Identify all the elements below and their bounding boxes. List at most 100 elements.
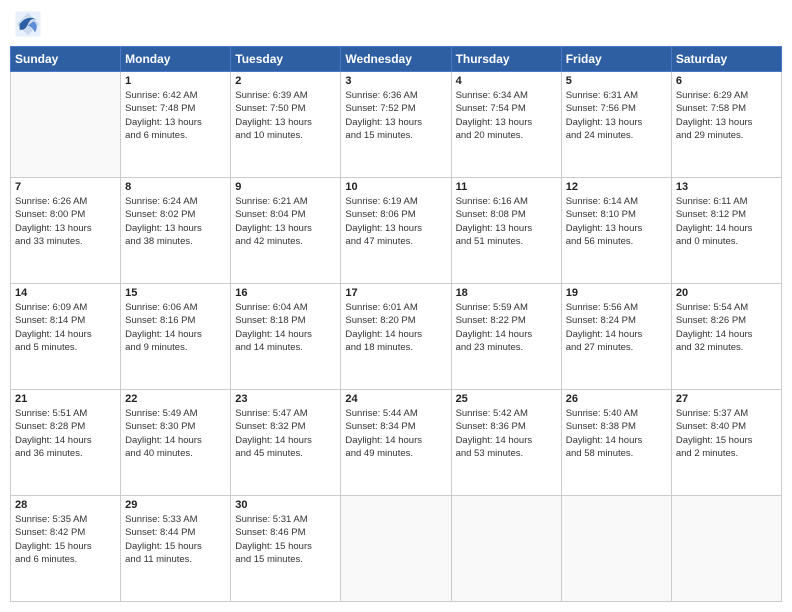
day-number: 19 <box>566 287 667 299</box>
day-number: 9 <box>235 181 336 193</box>
logo <box>14 10 44 38</box>
week-row-2: 7 Sunrise: 6:26 AMSunset: 8:00 PMDaylight… <box>11 178 782 284</box>
calendar-cell: 3 Sunrise: 6:36 AMSunset: 7:52 PMDaylight… <box>341 72 451 178</box>
day-number: 22 <box>125 393 226 405</box>
weekday-header-monday: Monday <box>121 47 231 72</box>
calendar-cell: 28 Sunrise: 5:35 AMSunset: 8:42 PMDayligh… <box>11 496 121 602</box>
weekday-header-row: SundayMondayTuesdayWednesdayThursdayFrid… <box>11 47 782 72</box>
calendar-cell: 20 Sunrise: 5:54 AMSunset: 8:26 PMDayligh… <box>671 284 781 390</box>
day-number: 29 <box>125 499 226 511</box>
day-number: 3 <box>345 75 446 87</box>
calendar-table: SundayMondayTuesdayWednesdayThursdayFrid… <box>10 46 782 602</box>
day-number: 8 <box>125 181 226 193</box>
day-info: Sunrise: 6:31 AMSunset: 7:56 PMDaylight:… <box>566 89 667 142</box>
day-info: Sunrise: 5:33 AMSunset: 8:44 PMDaylight:… <box>125 513 226 566</box>
weekday-header-sunday: Sunday <box>11 47 121 72</box>
page: SundayMondayTuesdayWednesdayThursdayFrid… <box>0 0 792 612</box>
day-number: 15 <box>125 287 226 299</box>
calendar-cell: 22 Sunrise: 5:49 AMSunset: 8:30 PMDayligh… <box>121 390 231 496</box>
calendar-cell <box>671 496 781 602</box>
calendar-cell: 8 Sunrise: 6:24 AMSunset: 8:02 PMDaylight… <box>121 178 231 284</box>
day-number: 14 <box>15 287 116 299</box>
day-number: 10 <box>345 181 446 193</box>
day-number: 6 <box>676 75 777 87</box>
day-number: 28 <box>15 499 116 511</box>
day-info: Sunrise: 6:16 AMSunset: 8:08 PMDaylight:… <box>456 195 557 248</box>
day-number: 5 <box>566 75 667 87</box>
day-number: 2 <box>235 75 336 87</box>
day-info: Sunrise: 5:56 AMSunset: 8:24 PMDaylight:… <box>566 301 667 354</box>
calendar-cell: 17Sunrise: 6:01 AMSunset: 8:20 PMDayligh… <box>341 284 451 390</box>
day-info: Sunrise: 5:35 AMSunset: 8:42 PMDaylight:… <box>15 513 116 566</box>
day-info: Sunrise: 6:39 AMSunset: 7:50 PMDaylight:… <box>235 89 336 142</box>
day-number: 17 <box>345 287 446 299</box>
day-info: Sunrise: 6:06 AMSunset: 8:16 PMDaylight:… <box>125 301 226 354</box>
calendar-cell: 2 Sunrise: 6:39 AMSunset: 7:50 PMDaylight… <box>231 72 341 178</box>
day-info: Sunrise: 5:40 AMSunset: 8:38 PMDaylight:… <box>566 407 667 460</box>
day-info: Sunrise: 6:34 AMSunset: 7:54 PMDaylight:… <box>456 89 557 142</box>
calendar-cell: 19 Sunrise: 5:56 AMSunset: 8:24 PMDayligh… <box>561 284 671 390</box>
day-info: Sunrise: 6:19 AMSunset: 8:06 PMDaylight:… <box>345 195 446 248</box>
day-number: 27 <box>676 393 777 405</box>
calendar-cell <box>341 496 451 602</box>
calendar-cell <box>11 72 121 178</box>
day-number: 26 <box>566 393 667 405</box>
day-number: 30 <box>235 499 336 511</box>
day-number: 7 <box>15 181 116 193</box>
day-info: Sunrise: 5:49 AMSunset: 8:30 PMDaylight:… <box>125 407 226 460</box>
calendar-cell: 7 Sunrise: 6:26 AMSunset: 8:00 PMDaylight… <box>11 178 121 284</box>
header <box>10 10 782 38</box>
day-info: Sunrise: 6:11 AMSunset: 8:12 PMDaylight:… <box>676 195 777 248</box>
day-number: 13 <box>676 181 777 193</box>
week-row-4: 21 Sunrise: 5:51 AMSunset: 8:28 PMDayligh… <box>11 390 782 496</box>
logo-icon <box>14 10 42 38</box>
day-info: Sunrise: 6:21 AMSunset: 8:04 PMDaylight:… <box>235 195 336 248</box>
day-info: Sunrise: 5:31 AMSunset: 8:46 PMDaylight:… <box>235 513 336 566</box>
calendar-cell: 25 Sunrise: 5:42 AMSunset: 8:36 PMDayligh… <box>451 390 561 496</box>
day-info: Sunrise: 6:24 AMSunset: 8:02 PMDaylight:… <box>125 195 226 248</box>
calendar-cell <box>561 496 671 602</box>
week-row-5: 28 Sunrise: 5:35 AMSunset: 8:42 PMDayligh… <box>11 496 782 602</box>
day-number: 18 <box>456 287 557 299</box>
day-number: 24 <box>345 393 446 405</box>
calendar-cell: 9 Sunrise: 6:21 AMSunset: 8:04 PMDaylight… <box>231 178 341 284</box>
day-number: 25 <box>456 393 557 405</box>
calendar-cell: 16 Sunrise: 6:04 AMSunset: 8:18 PMDayligh… <box>231 284 341 390</box>
day-info: Sunrise: 5:42 AMSunset: 8:36 PMDaylight:… <box>456 407 557 460</box>
day-number: 12 <box>566 181 667 193</box>
day-number: 4 <box>456 75 557 87</box>
day-number: 16 <box>235 287 336 299</box>
calendar-cell: 15 Sunrise: 6:06 AMSunset: 8:16 PMDayligh… <box>121 284 231 390</box>
day-info: Sunrise: 5:47 AMSunset: 8:32 PMDaylight:… <box>235 407 336 460</box>
calendar-cell: 27Sunrise: 5:37 AMSunset: 8:40 PMDayligh… <box>671 390 781 496</box>
day-number: 11 <box>456 181 557 193</box>
calendar-cell: 18 Sunrise: 5:59 AMSunset: 8:22 PMDayligh… <box>451 284 561 390</box>
day-info: Sunrise: 6:29 AMSunset: 7:58 PMDaylight:… <box>676 89 777 142</box>
day-info: Sunrise: 6:42 AMSunset: 7:48 PMDaylight:… <box>125 89 226 142</box>
calendar-cell: 10 Sunrise: 6:19 AMSunset: 8:06 PMDayligh… <box>341 178 451 284</box>
calendar-cell: 29 Sunrise: 5:33 AMSunset: 8:44 PMDayligh… <box>121 496 231 602</box>
calendar-cell <box>451 496 561 602</box>
day-number: 21 <box>15 393 116 405</box>
calendar-cell: 21 Sunrise: 5:51 AMSunset: 8:28 PMDayligh… <box>11 390 121 496</box>
day-number: 20 <box>676 287 777 299</box>
calendar-cell: 26 Sunrise: 5:40 AMSunset: 8:38 PMDayligh… <box>561 390 671 496</box>
day-info: Sunrise: 6:09 AMSunset: 8:14 PMDaylight:… <box>15 301 116 354</box>
week-row-3: 14 Sunrise: 6:09 AMSunset: 8:14 PMDayligh… <box>11 284 782 390</box>
calendar-cell: 5 Sunrise: 6:31 AMSunset: 7:56 PMDaylight… <box>561 72 671 178</box>
day-info: Sunrise: 5:59 AMSunset: 8:22 PMDaylight:… <box>456 301 557 354</box>
day-info: Sunrise: 6:04 AMSunset: 8:18 PMDaylight:… <box>235 301 336 354</box>
calendar-cell: 1 Sunrise: 6:42 AMSunset: 7:48 PMDaylight… <box>121 72 231 178</box>
week-row-1: 1 Sunrise: 6:42 AMSunset: 7:48 PMDaylight… <box>11 72 782 178</box>
day-info: Sunrise: 5:51 AMSunset: 8:28 PMDaylight:… <box>15 407 116 460</box>
weekday-header-thursday: Thursday <box>451 47 561 72</box>
day-number: 1 <box>125 75 226 87</box>
calendar-cell: 12Sunrise: 6:14 AMSunset: 8:10 PMDayligh… <box>561 178 671 284</box>
day-info: Sunrise: 6:36 AMSunset: 7:52 PMDaylight:… <box>345 89 446 142</box>
weekday-header-tuesday: Tuesday <box>231 47 341 72</box>
day-info: Sunrise: 6:26 AMSunset: 8:00 PMDaylight:… <box>15 195 116 248</box>
calendar-cell: 30 Sunrise: 5:31 AMSunset: 8:46 PMDayligh… <box>231 496 341 602</box>
day-info: Sunrise: 5:44 AMSunset: 8:34 PMDaylight:… <box>345 407 446 460</box>
weekday-header-wednesday: Wednesday <box>341 47 451 72</box>
day-info: Sunrise: 5:54 AMSunset: 8:26 PMDaylight:… <box>676 301 777 354</box>
